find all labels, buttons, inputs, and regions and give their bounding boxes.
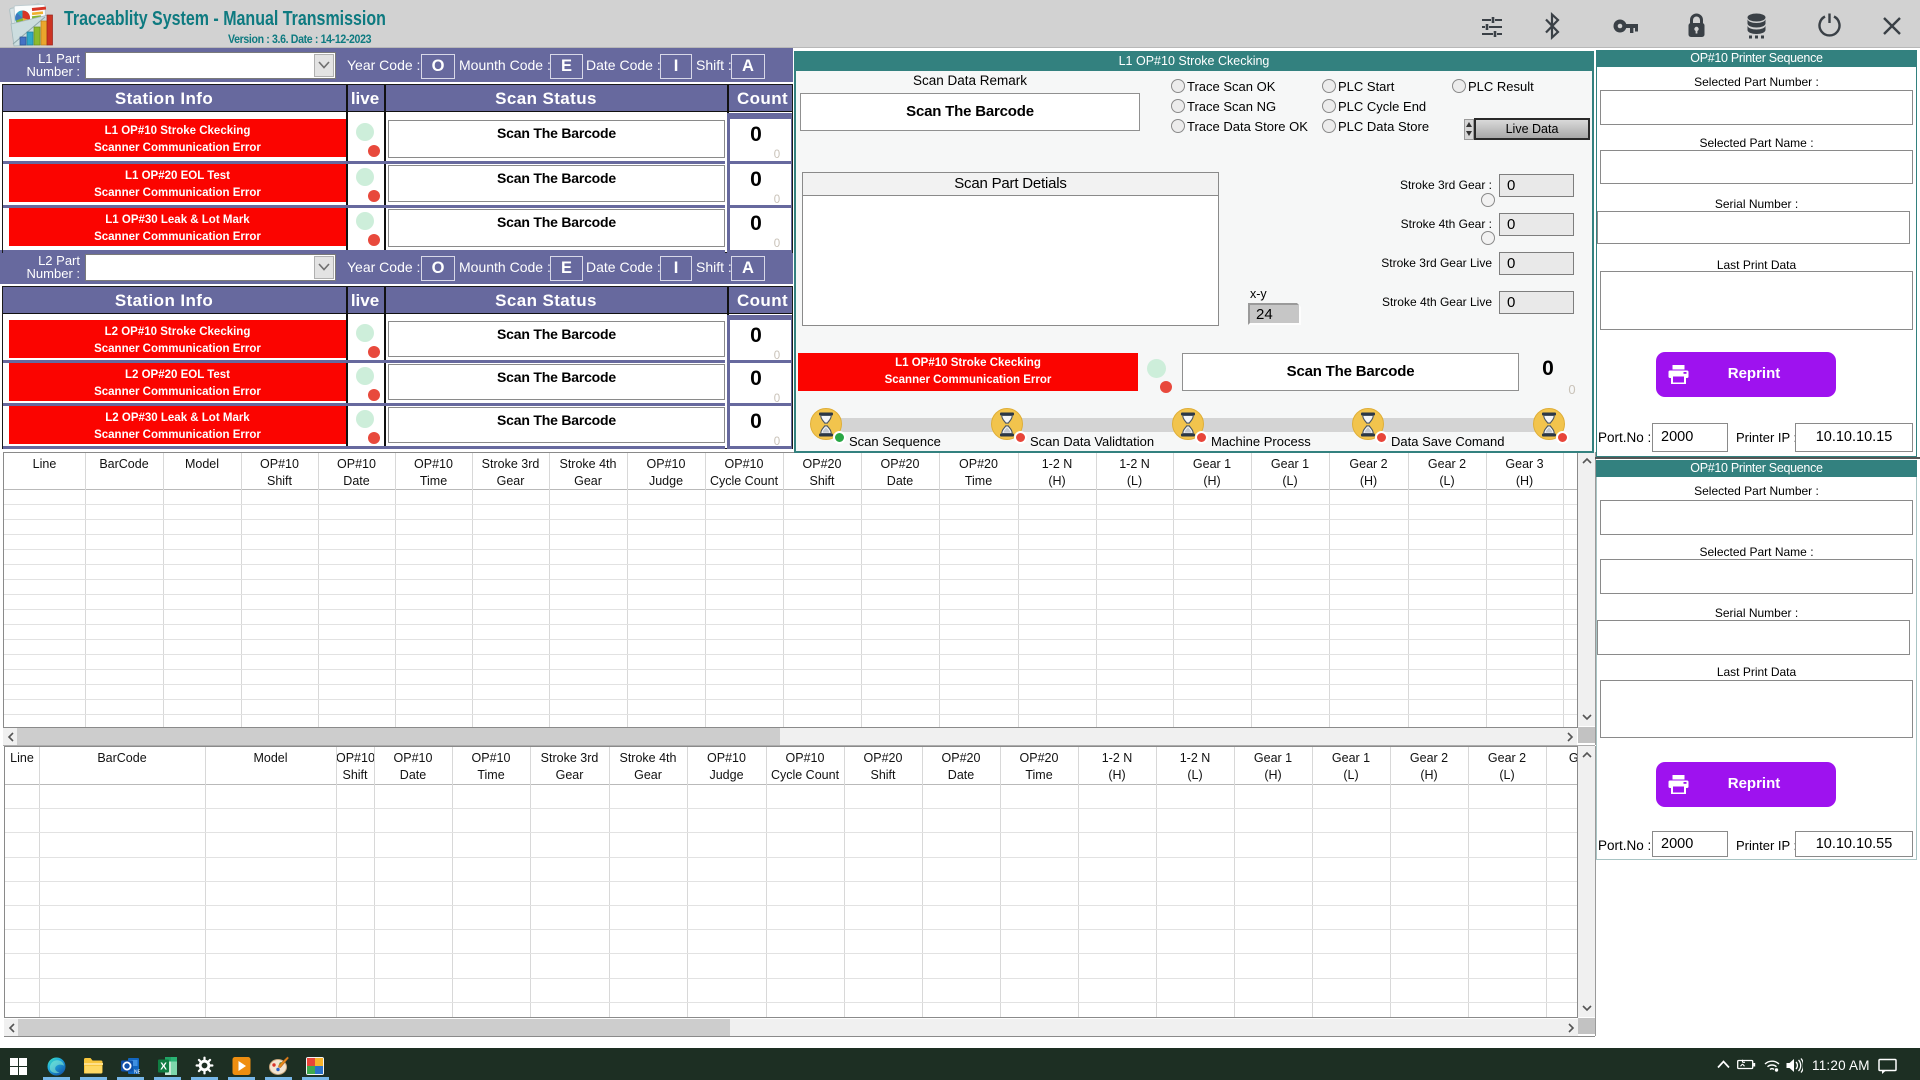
svg-text:NEW: NEW [134,1070,140,1076]
svg-text:X: X [160,1062,167,1073]
